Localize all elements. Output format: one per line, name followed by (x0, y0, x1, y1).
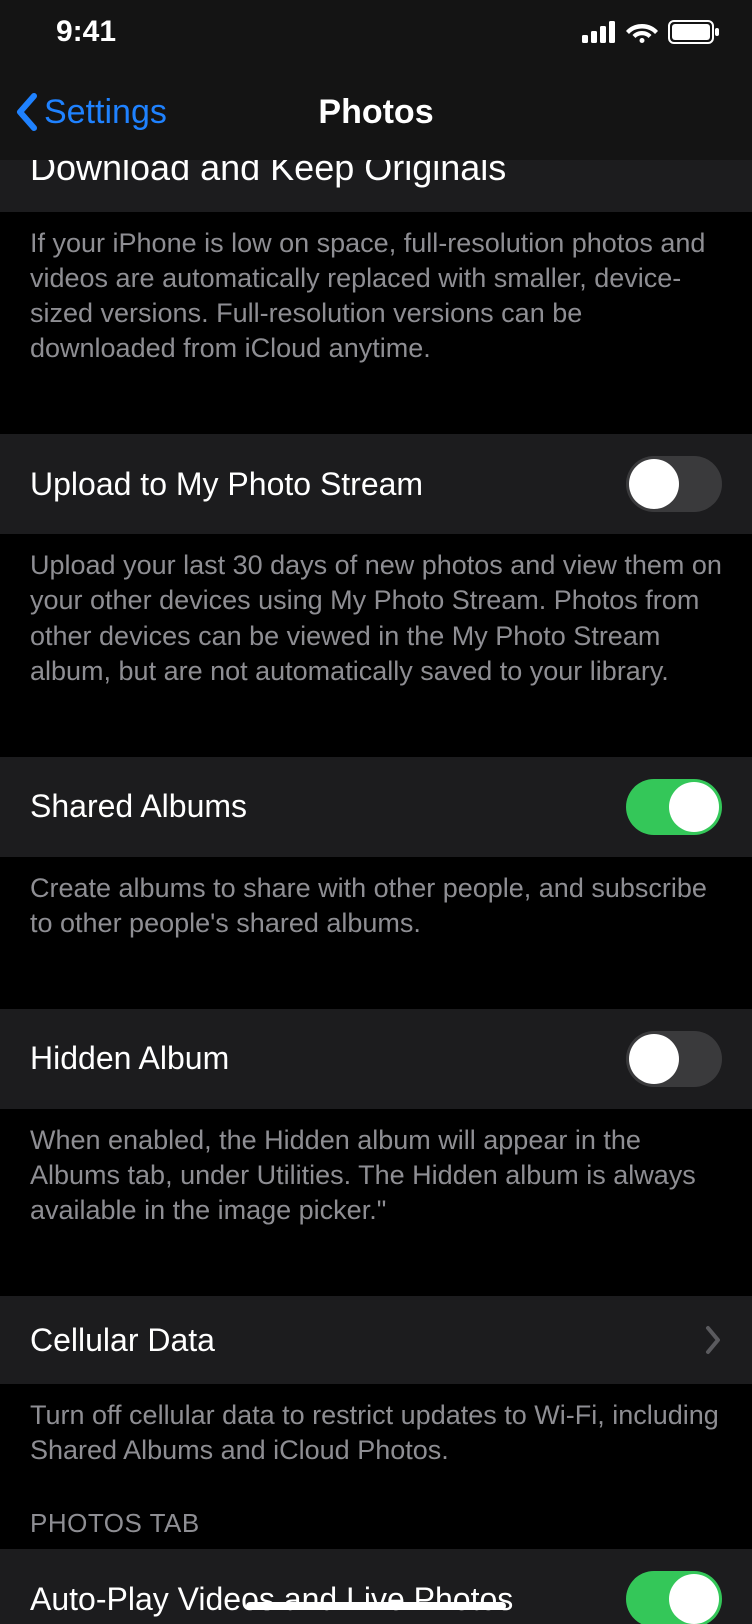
nav-bar: Settings Photos (0, 64, 752, 160)
shared-albums-footer: Create albums to share with other people… (0, 857, 752, 971)
cellular-data-row[interactable]: Cellular Data (0, 1296, 752, 1384)
optimize-footer: If your iPhone is low on space, full-res… (0, 212, 752, 396)
back-button[interactable]: Settings (0, 92, 167, 132)
back-label: Settings (44, 93, 167, 132)
shared-albums-toggle[interactable] (626, 779, 722, 835)
cellular-data-footer: Turn off cellular data to restrict updat… (0, 1384, 752, 1498)
upload-photo-stream-row[interactable]: Upload to My Photo Stream (0, 434, 752, 534)
chevron-left-icon (14, 92, 40, 132)
battery-icon (668, 20, 720, 44)
autoplay-row[interactable]: Auto-Play Videos and Live Photos (0, 1549, 752, 1624)
cellular-icon (582, 21, 616, 43)
content-area[interactable]: Download and Keep Originals If your iPho… (0, 160, 752, 1624)
hidden-album-toggle[interactable] (626, 1031, 722, 1087)
autoplay-label: Auto-Play Videos and Live Photos (30, 1581, 513, 1618)
status-indicators (582, 20, 720, 44)
upload-photo-stream-label: Upload to My Photo Stream (30, 466, 423, 503)
shared-albums-row[interactable]: Shared Albums (0, 757, 752, 857)
upload-photo-stream-footer: Upload your last 30 days of new photos a… (0, 534, 752, 718)
wifi-icon (626, 21, 658, 43)
hidden-album-footer: When enabled, the Hidden album will appe… (0, 1109, 752, 1258)
hidden-album-row[interactable]: Hidden Album (0, 1009, 752, 1109)
status-bar: 9:41 (0, 0, 752, 64)
chevron-right-icon (704, 1325, 722, 1355)
upload-photo-stream-toggle[interactable] (626, 456, 722, 512)
autoplay-toggle[interactable] (626, 1571, 722, 1624)
download-originals-row[interactable]: Download and Keep Originals (0, 160, 752, 212)
download-originals-label: Download and Keep Originals (30, 160, 506, 189)
status-time: 9:41 (56, 15, 116, 49)
hidden-album-label: Hidden Album (30, 1040, 229, 1077)
photos-tab-header: PHOTOS TAB (0, 1498, 752, 1549)
cellular-data-label: Cellular Data (30, 1322, 215, 1359)
shared-albums-label: Shared Albums (30, 788, 247, 825)
